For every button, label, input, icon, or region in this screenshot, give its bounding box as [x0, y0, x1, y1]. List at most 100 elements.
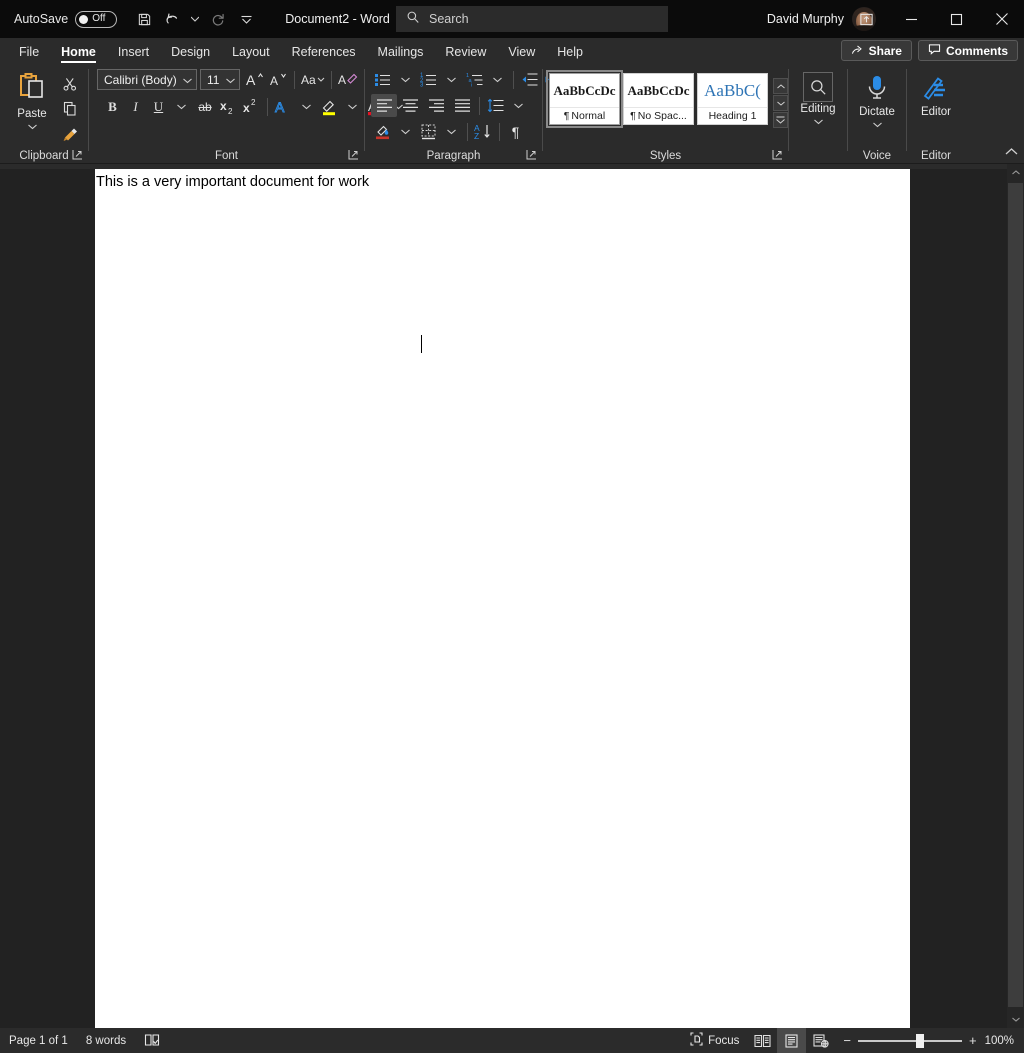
vertical-scrollbar[interactable]: [1007, 164, 1024, 1028]
text-effects-icon[interactable]: A: [272, 95, 295, 118]
align-left-icon[interactable]: [371, 94, 397, 117]
paste-button[interactable]: Paste: [6, 68, 58, 133]
scroll-down-icon[interactable]: [773, 95, 788, 111]
dialog-launcher-icon[interactable]: [526, 149, 538, 161]
proofing-errors-icon[interactable]: [135, 1028, 169, 1053]
document-page[interactable]: [95, 169, 910, 1028]
customize-quick-access-toolbar-icon[interactable]: [233, 6, 259, 32]
scrollbar-thumb[interactable]: [1008, 183, 1023, 1007]
autosave-toggle[interactable]: Off: [75, 10, 118, 28]
text-effects-dropdown-chevron-icon[interactable]: [295, 95, 318, 118]
numbering-icon[interactable]: 123: [417, 68, 440, 91]
redo-icon[interactable]: [205, 6, 231, 32]
dictate-button[interactable]: Dictate: [851, 68, 903, 131]
text-highlight-color-icon[interactable]: [318, 95, 341, 118]
minimize-icon[interactable]: [889, 0, 934, 38]
show-formatting-marks-icon[interactable]: ¶: [504, 120, 527, 143]
style-no-spacing[interactable]: AaBbCcDc ¶ No Spac...: [623, 73, 694, 125]
line-spacing-icon[interactable]: [484, 94, 507, 117]
tab-insert[interactable]: Insert: [107, 38, 160, 65]
underline-dropdown-chevron-icon[interactable]: [170, 95, 193, 118]
multilevel-list-icon[interactable]: 1ai: [463, 68, 486, 91]
bullets-icon[interactable]: [371, 68, 394, 91]
underline-button[interactable]: U: [147, 95, 170, 118]
document-body-text[interactable]: This is a very important document for wo…: [96, 174, 369, 190]
zoom-in-button[interactable]: +: [969, 1033, 977, 1048]
scissors-icon[interactable]: [58, 73, 82, 95]
editor-button[interactable]: Editor: [910, 68, 962, 118]
scroll-up-arrow-icon[interactable]: [1007, 164, 1024, 181]
tab-home[interactable]: Home: [50, 38, 107, 65]
autosave-control[interactable]: AutoSave Off: [14, 10, 118, 28]
zoom-level[interactable]: 100%: [985, 1035, 1024, 1047]
zoom-slider[interactable]: − +: [835, 1033, 984, 1048]
scroll-down-arrow-icon[interactable]: [1007, 1011, 1024, 1028]
chevron-down-icon[interactable]: [226, 73, 235, 87]
tab-review[interactable]: Review: [434, 38, 497, 65]
more-styles-icon[interactable]: [773, 112, 788, 128]
paste-dropdown-chevron-icon[interactable]: [27, 121, 37, 133]
font-size-combo[interactable]: 11: [200, 69, 240, 90]
undo-dropdown-chevron-icon[interactable]: [187, 6, 203, 32]
share-button[interactable]: Share: [840, 40, 912, 61]
tab-view[interactable]: View: [497, 38, 546, 65]
collapse-ribbon-icon[interactable]: [1005, 143, 1018, 161]
tab-design[interactable]: Design: [160, 38, 221, 65]
font-name-combo[interactable]: Calibri (Body): [97, 69, 197, 90]
shrink-font-icon[interactable]: A: [267, 68, 290, 91]
subscript-button[interactable]: x2: [217, 95, 240, 118]
clear-formatting-icon[interactable]: A: [336, 68, 360, 91]
align-right-icon[interactable]: [423, 94, 449, 117]
numbering-dropdown-chevron-icon[interactable]: [440, 68, 463, 91]
word-count[interactable]: 8 words: [77, 1028, 135, 1053]
focus-mode-button[interactable]: Focus: [681, 1028, 748, 1053]
page-indicator[interactable]: Page 1 of 1: [0, 1028, 77, 1053]
dialog-launcher-icon[interactable]: [348, 149, 360, 161]
dialog-launcher-icon[interactable]: [72, 149, 84, 161]
tab-help[interactable]: Help: [546, 38, 594, 65]
comments-button[interactable]: Comments: [917, 40, 1018, 61]
tab-references[interactable]: References: [281, 38, 367, 65]
style-normal[interactable]: AaBbCcDc ¶ Normal: [546, 70, 623, 128]
borders-icon[interactable]: [417, 120, 440, 143]
justify-icon[interactable]: [449, 94, 475, 117]
read-mode-icon[interactable]: [748, 1028, 777, 1053]
italic-button[interactable]: I: [124, 95, 147, 118]
format-painter-brush-icon[interactable]: [58, 123, 82, 145]
shading-icon[interactable]: [371, 120, 394, 143]
bold-button[interactable]: B: [101, 95, 124, 118]
zoom-slider-thumb[interactable]: [915, 1033, 924, 1048]
copy-icon[interactable]: [58, 98, 82, 120]
tab-mailings[interactable]: Mailings: [367, 38, 435, 65]
grow-font-icon[interactable]: A: [244, 68, 267, 91]
zoom-out-button[interactable]: −: [843, 1033, 851, 1048]
search-input[interactable]: Search: [396, 6, 668, 32]
dialog-launcher-icon[interactable]: [772, 149, 784, 161]
decrease-indent-icon[interactable]: [518, 68, 541, 91]
line-spacing-dropdown-chevron-icon[interactable]: [507, 94, 530, 117]
undo-icon[interactable]: [159, 6, 185, 32]
style-heading-1[interactable]: AaBbC( Heading 1: [697, 73, 768, 125]
save-icon[interactable]: [131, 6, 157, 32]
highlight-dropdown-chevron-icon[interactable]: [341, 95, 364, 118]
tab-file[interactable]: File: [8, 38, 50, 65]
borders-dropdown-chevron-icon[interactable]: [440, 120, 463, 143]
multilevel-dropdown-chevron-icon[interactable]: [486, 68, 509, 91]
close-icon[interactable]: [979, 0, 1024, 38]
print-layout-icon[interactable]: [777, 1028, 807, 1053]
tab-layout[interactable]: Layout: [221, 38, 281, 65]
change-case-icon[interactable]: Aa: [299, 68, 327, 91]
align-center-icon[interactable]: [397, 94, 423, 117]
sort-icon[interactable]: AZ: [472, 120, 495, 143]
dictate-dropdown-chevron-icon[interactable]: [872, 119, 882, 131]
editing-dropdown-chevron-icon[interactable]: [813, 116, 823, 128]
bullets-dropdown-chevron-icon[interactable]: [394, 68, 417, 91]
scroll-up-icon[interactable]: [773, 78, 788, 94]
zoom-slider-track[interactable]: [857, 1033, 962, 1048]
maximize-icon[interactable]: [934, 0, 979, 38]
scrollbar-track[interactable]: [1007, 181, 1024, 1011]
shading-dropdown-chevron-icon[interactable]: [394, 120, 417, 143]
web-layout-icon[interactable]: [806, 1028, 835, 1053]
editing-button[interactable]: Editing: [792, 68, 844, 128]
chevron-down-icon[interactable]: [183, 73, 192, 87]
